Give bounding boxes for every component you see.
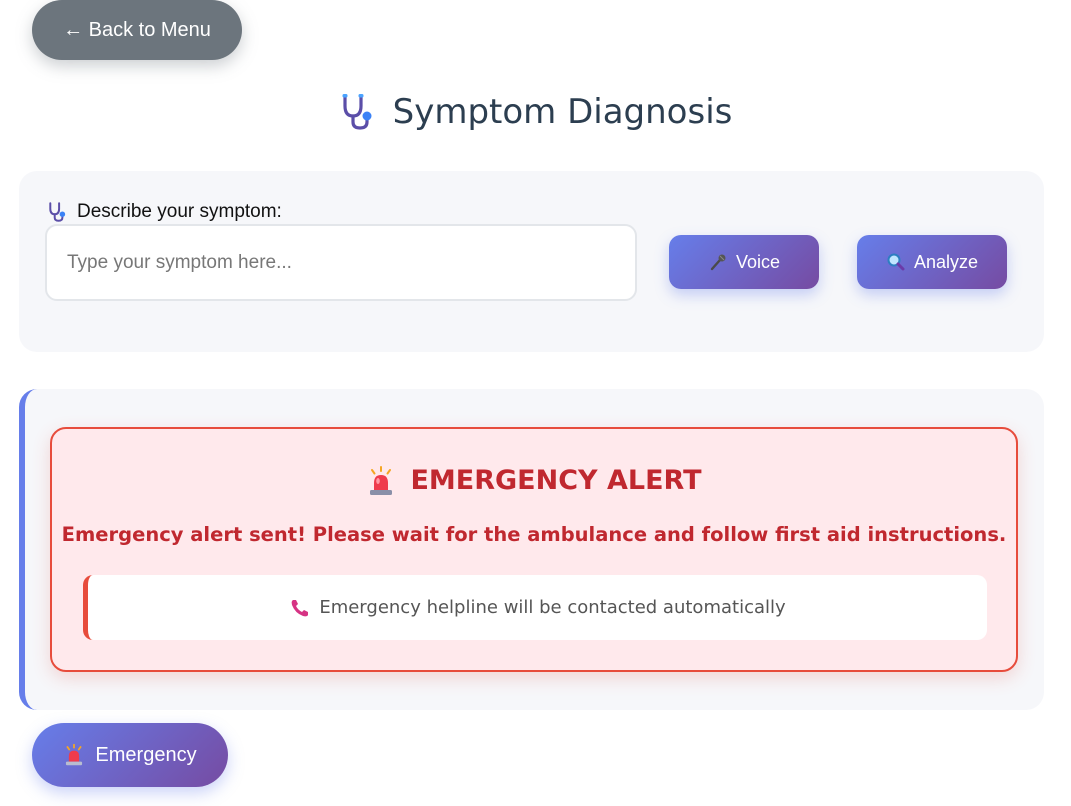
microphone-icon [708, 252, 728, 272]
back-to-menu-button[interactable]: ← Back to Menu [32, 0, 242, 60]
stethoscope-icon [339, 92, 379, 132]
alert-title-row: EMERGENCY ALERT [52, 465, 1016, 496]
voice-button[interactable]: Voice [669, 235, 819, 289]
helpline-notice: Emergency helpline will be contacted aut… [83, 575, 987, 640]
symptom-label-row: Describe your symptom: [47, 201, 282, 223]
page-header: Symptom Diagnosis [0, 88, 1071, 136]
emergency-alert-box: EMERGENCY ALERT Emergency alert sent! Pl… [50, 427, 1018, 672]
analyze-button[interactable]: Analyze [857, 235, 1007, 289]
alert-message: Emergency alert sent! Please wait for th… [61, 523, 1007, 546]
emergency-button[interactable]: Emergency [32, 723, 228, 787]
diagnosis-result-card: EMERGENCY ALERT Emergency alert sent! Pl… [19, 389, 1044, 710]
back-button-label: ← Back to Menu [63, 18, 211, 41]
siren-icon [63, 744, 85, 766]
emergency-button-label: Emergency [95, 743, 197, 766]
helpline-text: Emergency helpline will be contacted aut… [319, 597, 786, 618]
symptom-label: Describe your symptom: [77, 201, 282, 222]
alert-title: EMERGENCY ALERT [410, 465, 702, 496]
phone-icon [289, 597, 311, 619]
page-title: Symptom Diagnosis [392, 92, 733, 132]
voice-button-label: Voice [735, 251, 781, 272]
stethoscope-icon [47, 201, 69, 223]
symptom-input-card: Describe your symptom: Voice Analyze [19, 171, 1044, 352]
symptom-input[interactable] [45, 224, 637, 301]
siren-icon [366, 465, 396, 496]
analyze-button-label: Analyze [913, 251, 979, 272]
magnifier-icon [886, 252, 906, 272]
